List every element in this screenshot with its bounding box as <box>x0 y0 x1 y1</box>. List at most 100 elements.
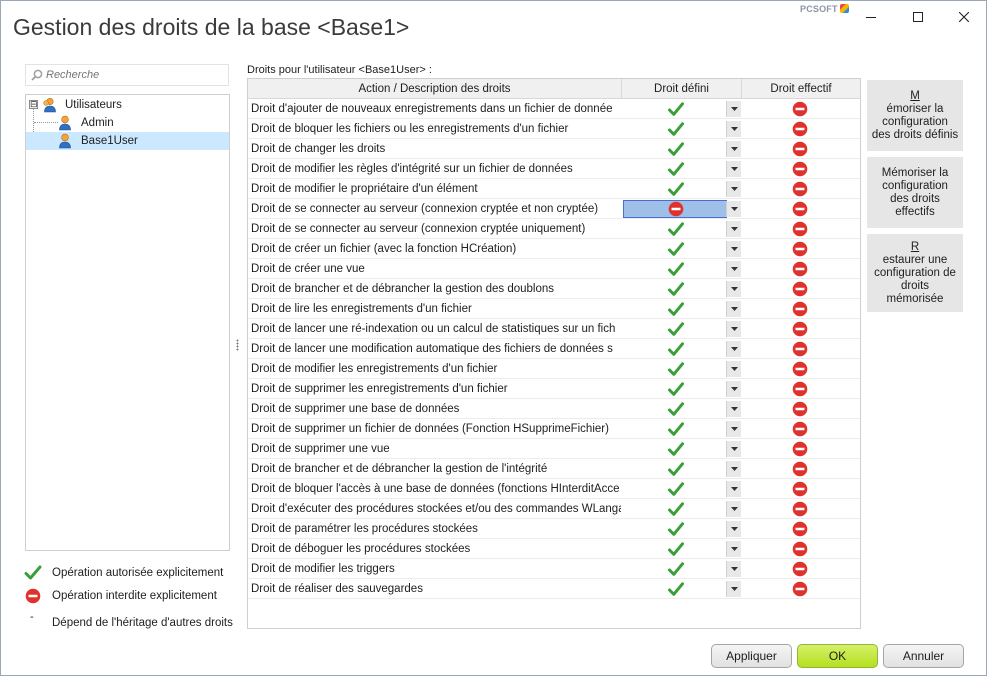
table-row[interactable]: Droit de déboguer les procédures stockée… <box>248 539 860 559</box>
defined-right-dropdown[interactable] <box>726 321 741 337</box>
defined-right-dropdown[interactable] <box>726 221 741 237</box>
column-header-effective[interactable]: Droit effectif <box>742 79 860 99</box>
defined-right-cell[interactable] <box>623 220 727 238</box>
table-row[interactable]: Droit de bloquer l'accès à une base de d… <box>248 479 860 499</box>
defined-right-cell[interactable] <box>623 240 727 258</box>
table-row[interactable]: Droit de modifier les enregistrements d'… <box>248 359 860 379</box>
defined-right-cell[interactable] <box>623 100 727 118</box>
table-row[interactable]: Droit de supprimer une base de données <box>248 399 860 419</box>
tree-item-base1user[interactable]: Base1User <box>26 132 229 150</box>
defined-right-dropdown[interactable] <box>726 581 741 597</box>
defined-right-cell[interactable] <box>623 280 727 298</box>
table-row[interactable]: Droit de lancer une modification automat… <box>248 339 860 359</box>
defined-right-cell[interactable] <box>623 500 727 518</box>
defined-right-dropdown[interactable] <box>726 181 741 197</box>
table-row[interactable]: Droit de changer les droits <box>248 139 860 159</box>
save-defined-rights-button[interactable]: Mémoriser la configuration des droits dé… <box>867 80 963 151</box>
defined-right-dropdown[interactable] <box>726 301 741 317</box>
tree-item-admin[interactable]: Admin <box>26 114 229 132</box>
column-header-defined[interactable]: Droit défini <box>622 79 742 99</box>
table-row[interactable]: Droit de créer une vue <box>248 259 860 279</box>
table-row[interactable]: Droit d'exécuter des procédures stockées… <box>248 499 860 519</box>
maximize-button[interactable] <box>898 4 938 30</box>
defined-right-dropdown[interactable] <box>726 421 741 437</box>
defined-right-dropdown[interactable] <box>726 401 741 417</box>
defined-right-dropdown[interactable] <box>726 481 741 497</box>
defined-right-cell[interactable] <box>623 120 727 138</box>
table-row[interactable]: Droit d'ajouter de nouveaux enregistreme… <box>248 99 860 119</box>
chevron-down-icon <box>730 247 738 251</box>
defined-right-cell[interactable] <box>623 520 727 538</box>
table-row[interactable]: Droit de supprimer une vue <box>248 439 860 459</box>
defined-right-dropdown[interactable] <box>726 521 741 537</box>
defined-right-dropdown[interactable] <box>726 241 741 257</box>
column-header-action[interactable]: Action / Description des droits <box>248 79 622 99</box>
defined-right-dropdown[interactable] <box>726 121 741 137</box>
defined-right-dropdown[interactable] <box>726 441 741 457</box>
defined-right-dropdown[interactable] <box>726 461 741 477</box>
defined-right-cell[interactable] <box>623 260 727 278</box>
defined-right-dropdown[interactable] <box>726 141 741 157</box>
defined-right-cell[interactable] <box>623 180 727 198</box>
table-row[interactable]: Droit de brancher et de débrancher la ge… <box>248 279 860 299</box>
rights-grid[interactable]: Action / Description des droits Droit dé… <box>247 78 861 629</box>
defined-right-cell[interactable] <box>623 540 727 558</box>
table-row[interactable]: Droit de se connecter au serveur (connex… <box>248 219 860 239</box>
table-row[interactable]: Droit de bloquer les fichiers ou les enr… <box>248 119 860 139</box>
forbidden-icon <box>792 301 808 317</box>
table-row[interactable]: Droit de modifier le propriétaire d'un é… <box>248 179 860 199</box>
defined-right-cell[interactable] <box>623 160 727 178</box>
user-tree[interactable]: ⊟ Utilisateurs Admin Base1User <box>25 94 230 551</box>
rights-description: Droit de supprimer un fichier de données… <box>251 423 609 435</box>
defined-right-cell[interactable] <box>623 340 727 358</box>
table-row[interactable]: Droit de modifier les triggers <box>248 559 860 579</box>
defined-right-dropdown[interactable] <box>726 281 741 297</box>
defined-right-dropdown[interactable] <box>726 541 741 557</box>
cancel-button[interactable]: Annuler <box>883 644 964 668</box>
table-row[interactable]: Droit de lire les enregistrements d'un f… <box>248 299 860 319</box>
forbidden-icon <box>792 121 808 137</box>
defined-right-cell[interactable] <box>623 560 727 578</box>
defined-right-cell[interactable] <box>623 320 727 338</box>
defined-right-dropdown[interactable] <box>726 341 741 357</box>
ok-button[interactable]: OK <box>797 644 878 668</box>
defined-right-cell[interactable] <box>623 140 727 158</box>
defined-right-cell[interactable] <box>623 420 727 438</box>
defined-right-dropdown[interactable] <box>726 501 741 517</box>
forbidden-icon <box>792 361 808 377</box>
restore-rights-button[interactable]: Restaurer une configuration de droits mé… <box>867 234 963 312</box>
defined-right-cell[interactable] <box>623 460 727 478</box>
search-box[interactable] <box>25 64 229 86</box>
defined-right-dropdown[interactable] <box>726 561 741 577</box>
close-button[interactable] <box>944 4 984 30</box>
save-effective-rights-button[interactable]: Mémoriser la configuration des droits ef… <box>867 157 963 228</box>
defined-right-cell[interactable] <box>623 440 727 458</box>
table-row[interactable]: Droit de réaliser des sauvegardes <box>248 579 860 599</box>
table-row[interactable]: Droit de se connecter au serveur (connex… <box>248 199 860 219</box>
defined-right-dropdown[interactable] <box>726 361 741 377</box>
defined-right-cell[interactable] <box>623 400 727 418</box>
table-row[interactable]: Droit de supprimer les enregistrements d… <box>248 379 860 399</box>
defined-right-cell[interactable] <box>623 480 727 498</box>
splitter-grip[interactable] <box>236 339 239 351</box>
table-row[interactable]: Droit de brancher et de débrancher la ge… <box>248 459 860 479</box>
search-input[interactable] <box>46 69 216 81</box>
defined-right-cell[interactable] <box>623 360 727 378</box>
defined-right-dropdown[interactable] <box>726 161 741 177</box>
defined-right-cell[interactable] <box>623 200 727 218</box>
table-row[interactable]: Droit de créer un fichier (avec la fonct… <box>248 239 860 259</box>
defined-right-cell[interactable] <box>623 580 727 598</box>
table-row[interactable]: Droit de supprimer un fichier de données… <box>248 419 860 439</box>
defined-right-dropdown[interactable] <box>726 381 741 397</box>
tree-item-users[interactable]: ⊟ Utilisateurs <box>26 96 229 114</box>
table-row[interactable]: Droit de paramétrer les procédures stock… <box>248 519 860 539</box>
apply-button[interactable]: Appliquer <box>711 644 792 668</box>
table-row[interactable]: Droit de modifier les règles d'intégrité… <box>248 159 860 179</box>
defined-right-dropdown[interactable] <box>726 101 741 117</box>
defined-right-cell[interactable] <box>623 380 727 398</box>
defined-right-dropdown[interactable] <box>726 261 741 277</box>
defined-right-cell[interactable] <box>623 300 727 318</box>
defined-right-dropdown[interactable] <box>726 201 741 217</box>
minimize-button[interactable] <box>851 4 891 30</box>
table-row[interactable]: Droit de lancer une ré-indexation ou un … <box>248 319 860 339</box>
